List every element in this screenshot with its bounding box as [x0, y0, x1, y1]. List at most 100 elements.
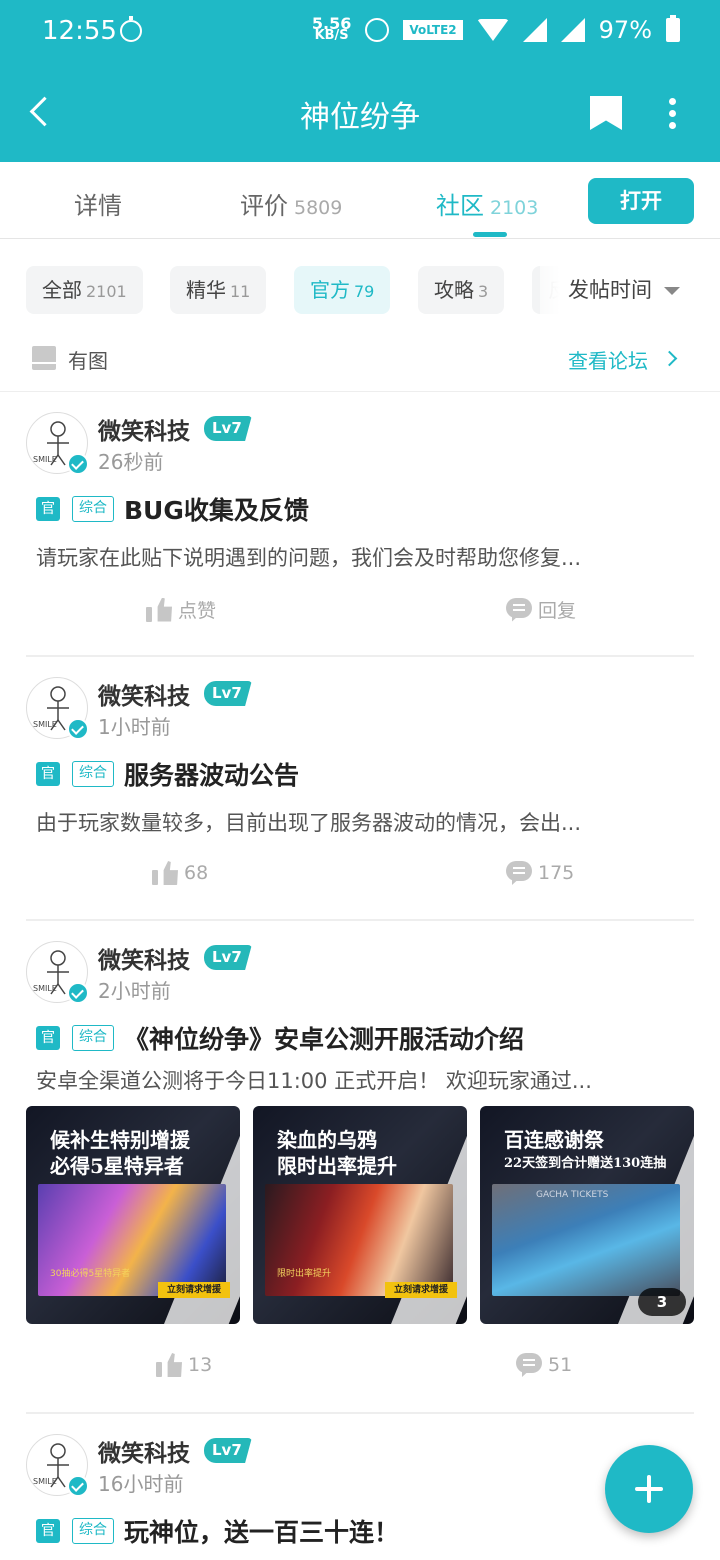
post-time: 26秒前 — [98, 450, 164, 474]
avatar[interactable]: SMILE — [26, 1434, 89, 1497]
verified-icon — [67, 718, 89, 740]
image-note: 30抽必得5星特异者 — [50, 1269, 131, 1279]
post-card[interactable]: SMILE 微笑科技 Lv7 16小时前 官 综合 玩神位，送一百三十连！ — [26, 1434, 694, 1560]
reply-button[interactable]: 51 — [516, 1353, 572, 1377]
status-time: 12:55 — [42, 16, 117, 46]
category-tag: 综合 — [72, 1025, 114, 1051]
post-time: 2小时前 — [98, 979, 171, 1003]
image-caption: 染血的乌鸦 — [277, 1128, 377, 1152]
image-note: 限时出率提升 — [277, 1269, 332, 1279]
post-image[interactable]: 染血的乌鸦 限时出率提升 限时出率提升 立刻请求增援 — [253, 1106, 467, 1324]
status-bar: 12:55 5.56 KB/S VoLTE2 97% — [0, 0, 720, 66]
reply-button[interactable]: 175 — [506, 861, 574, 885]
post-time: 16小时前 — [98, 1472, 184, 1496]
author-name[interactable]: 微笑科技 — [98, 412, 190, 446]
post-actions: 68 175 — [26, 861, 694, 897]
filter-bar: 有图 查看论坛 — [0, 325, 720, 392]
signal-icon-2 — [560, 18, 585, 42]
like-button[interactable]: 68 — [152, 861, 208, 885]
category-tag: 综合 — [72, 761, 114, 787]
like-button[interactable]: 点赞 — [146, 596, 216, 623]
network-speed: 5.56 KB/S — [311, 14, 352, 43]
new-post-button[interactable] — [605, 1445, 693, 1533]
post-title[interactable]: 《神位纷争》安卓公测开服活动介绍 — [124, 1020, 524, 1056]
open-button[interactable]: 打开 — [588, 178, 694, 224]
caret-down-icon — [664, 287, 680, 295]
image-cta: 立刻请求增援 — [385, 1282, 457, 1298]
post-card[interactable]: SMILE 微笑科技 Lv7 2小时前 官 综合 《神位纷争》安卓公测开服活动介… — [26, 941, 694, 1391]
divider — [26, 919, 694, 921]
verified-icon — [67, 453, 89, 475]
thumbs-up-icon — [156, 1353, 182, 1377]
author-name[interactable]: 微笑科技 — [98, 1434, 190, 1468]
level-badge: Lv7 — [204, 1438, 252, 1463]
post-title[interactable]: 玩神位，送一百三十连！ — [124, 1513, 399, 1549]
post-time: 1小时前 — [98, 715, 171, 739]
chip-official[interactable]: 官方 79 — [294, 266, 391, 314]
sort-label: 发帖时间 — [568, 278, 652, 302]
post-excerpt: 由于玩家数量较多，目前出现了服务器波动的情况，会出... — [36, 811, 582, 835]
signal-icon — [522, 18, 547, 42]
image-note: GACHA TICKETS — [536, 1190, 609, 1200]
has-image-toggle[interactable]: 有图 — [68, 345, 108, 374]
image-filter-icon[interactable] — [32, 346, 56, 370]
chip-all[interactable]: 全部 2101 — [26, 266, 143, 314]
verified-icon — [67, 1475, 89, 1497]
official-tag: 官 — [36, 1519, 60, 1543]
post-title-row: 官 综合 玩神位，送一百三十连！ — [36, 1514, 399, 1548]
reply-count: 51 — [548, 1354, 573, 1376]
chip-guides[interactable]: 攻略 3 — [418, 266, 505, 314]
level-badge: Lv7 — [204, 945, 252, 970]
artwork-image — [265, 1184, 453, 1296]
svg-text:SMILE: SMILE — [33, 720, 57, 729]
post-title[interactable]: BUG收集及反馈 — [124, 491, 309, 527]
avatar[interactable]: SMILE — [26, 412, 89, 475]
post-excerpt: 请玩家在此贴下说明遇到的问题，我们会及时帮助您修复... — [36, 546, 582, 570]
tab-details[interactable]: 详情 — [74, 186, 122, 221]
avatar[interactable]: SMILE — [26, 677, 89, 740]
post-image[interactable]: 百连感谢祭 22天签到合计赠送130连抽 GACHA TICKETS 3 — [480, 1106, 694, 1324]
reply-label: 回复 — [538, 600, 577, 622]
more-images-badge: 3 — [638, 1288, 686, 1316]
image-gallery: 候补生特别增援 必得5星特异者 30抽必得5星特异者 立刻请求增援 染血的乌鸦 … — [26, 1106, 694, 1324]
post-card[interactable]: SMILE 微笑科技 Lv7 26秒前 官 综合 BUG收集及反馈 请玩家在此贴… — [26, 412, 694, 632]
status-icons: 5.56 KB/S VoLTE2 97% — [311, 14, 680, 44]
like-count: 13 — [188, 1354, 213, 1376]
like-label: 点赞 — [178, 600, 217, 622]
post-excerpt: 安卓全渠道公测将于今日11:00 正式开启！ 欢迎玩家通过... — [36, 1069, 592, 1093]
reply-count: 175 — [538, 862, 575, 884]
post-title[interactable]: 服务器波动公告 — [124, 756, 299, 792]
post-image[interactable]: 候补生特别增援 必得5星特异者 30抽必得5星特异者 立刻请求增援 — [26, 1106, 240, 1324]
battery-icon — [666, 15, 680, 42]
divider — [26, 1412, 694, 1414]
verified-icon — [67, 982, 89, 1004]
tab-bar: 详情 评价 5809 社区 2103 打开 — [0, 162, 720, 239]
comment-icon — [506, 861, 532, 885]
more-options-icon[interactable] — [664, 98, 680, 130]
level-badge: Lv7 — [204, 681, 252, 706]
comment-icon — [516, 1353, 542, 1377]
category-tag: 综合 — [72, 1518, 114, 1544]
view-forum-link[interactable]: 查看论坛 — [568, 345, 648, 374]
comment-icon — [506, 597, 532, 622]
post-card[interactable]: SMILE 微笑科技 Lv7 1小时前 官 综合 服务器波动公告 由于玩家数量较… — [26, 677, 694, 897]
volte-badge: VoLTE2 — [403, 20, 463, 40]
image-caption: 22天签到合计赠送130连抽 — [504, 1156, 667, 1171]
official-tag: 官 — [36, 1026, 60, 1050]
author-name[interactable]: 微笑科技 — [98, 941, 190, 975]
battery-percent: 97% — [598, 16, 652, 44]
reply-button[interactable]: 回复 — [506, 596, 576, 623]
chip-featured[interactable]: 精华 11 — [170, 266, 267, 314]
tab-community[interactable]: 社区 2103 — [436, 186, 538, 221]
avatar[interactable]: SMILE — [26, 941, 89, 1004]
author-name[interactable]: 微笑科技 — [98, 677, 190, 711]
artwork-image — [38, 1184, 226, 1296]
sort-dropdown[interactable]: 发帖时间 — [540, 266, 680, 314]
post-actions: 13 51 — [26, 1353, 694, 1389]
image-cta: 立刻请求增援 — [158, 1282, 230, 1298]
filter-chips: 全部2101 精华11 官方79 攻略3 反 发帖时间 — [0, 239, 720, 325]
like-button[interactable]: 13 — [156, 1353, 212, 1377]
official-tag: 官 — [36, 762, 60, 786]
post-title-row: 官 综合 BUG收集及反馈 — [36, 492, 309, 526]
tab-reviews[interactable]: 评价 5809 — [240, 186, 342, 221]
